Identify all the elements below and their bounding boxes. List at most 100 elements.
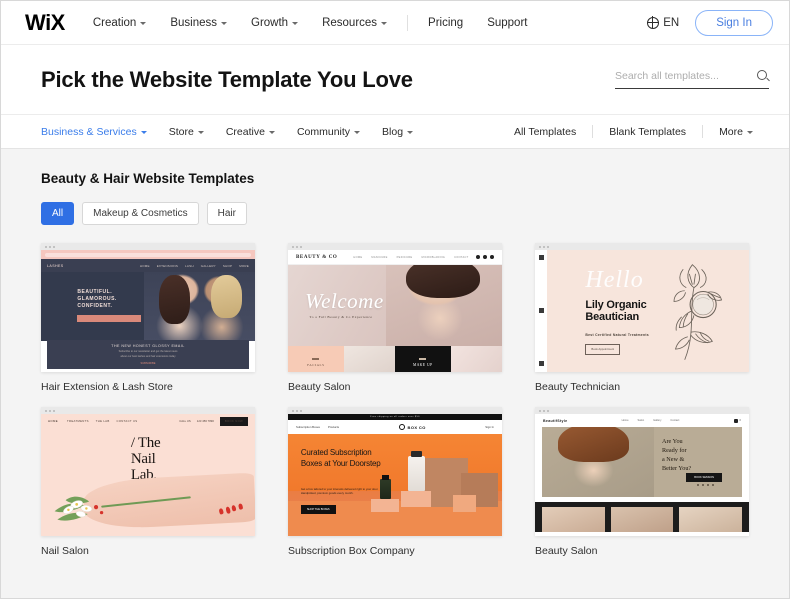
all-templates-link[interactable]: All Templates bbox=[514, 126, 576, 138]
blank-templates-link[interactable]: Blank Templates bbox=[609, 126, 686, 138]
nav-item-support[interactable]: Support bbox=[487, 17, 527, 29]
pedestal-cylinder bbox=[452, 495, 477, 512]
template-name: Beauty Salon bbox=[535, 545, 598, 557]
nav-item-resources[interactable]: Resources bbox=[322, 17, 388, 29]
filter-pill-all[interactable]: All bbox=[41, 202, 75, 225]
template-card[interactable]: Free shipping on all orders over $50 Sub… bbox=[288, 407, 502, 557]
template-thumbnail[interactable]: Hello Lily Organic Beautician Best Certi… bbox=[535, 243, 749, 372]
main-nav-items: Creation Business Growth Resources bbox=[92, 16, 388, 29]
thumbnail-nav-right: CALL US 123 456 7890 BOOK NOW bbox=[179, 416, 248, 426]
chevron-down-icon bbox=[140, 130, 147, 134]
category-store[interactable]: Store bbox=[169, 126, 204, 138]
menu-icon bbox=[538, 255, 544, 260]
tile-label: FACIALS bbox=[307, 362, 325, 367]
nail bbox=[237, 503, 243, 510]
template-card[interactable]: HOME TREATMENTS THE LAB CONTACT US CALL … bbox=[41, 407, 255, 557]
menu-item: TREATMENTS bbox=[67, 419, 89, 423]
template-thumbnail[interactable]: BeautifStyle Home Salon Gallery Contact … bbox=[535, 407, 749, 536]
menu-item: EXTENSIONS bbox=[156, 263, 179, 268]
template-card[interactable]: BeautifStyle Home Salon Gallery Contact … bbox=[535, 407, 749, 557]
category-business-and-services[interactable]: Business & Services bbox=[41, 126, 147, 138]
carousel-dots bbox=[697, 484, 714, 487]
category-creative[interactable]: Creative bbox=[226, 126, 275, 138]
hero-headline-1: BEAUTIFUL. bbox=[77, 288, 113, 295]
address-field bbox=[45, 252, 251, 257]
nav-item-business[interactable]: Business bbox=[170, 17, 227, 29]
tile-label: MAKE UP bbox=[413, 362, 433, 367]
instagram-icon bbox=[483, 255, 487, 259]
secondary-nav-items: Pricing Support bbox=[428, 17, 527, 29]
thumbnail-hero: BEAUTIFUL. GLAMOROUS. CONFIDENT. bbox=[41, 272, 255, 341]
template-thumbnail[interactable]: BEAUTY & CO HOME MANICURE PEDICURE MICRO… bbox=[288, 243, 502, 372]
category-business-and-services-label: Business & Services bbox=[41, 125, 137, 138]
book-now-button: BOOK NOW bbox=[219, 416, 248, 426]
chevron-down-icon bbox=[747, 130, 753, 134]
facebook-icon bbox=[538, 308, 544, 313]
window-dot bbox=[300, 409, 302, 412]
flower-illustration bbox=[50, 485, 123, 526]
panel-title: THE NEW HONEST GLOSSY EMAIL bbox=[111, 344, 185, 348]
carousel-dot bbox=[702, 484, 704, 487]
category-community[interactable]: Community bbox=[297, 126, 361, 138]
window-dot bbox=[300, 245, 302, 248]
chevron-down-icon bbox=[407, 130, 414, 134]
pedestal-short bbox=[371, 499, 400, 512]
filter-pill-makeup-and-cosmetics[interactable]: Makeup & Cosmetics bbox=[82, 202, 199, 225]
search-icon[interactable] bbox=[757, 70, 769, 82]
more-dropdown[interactable]: More bbox=[719, 126, 753, 138]
thumbnail-menu: HOME EXTENSIONS LASH GALLERY SHOP MORE bbox=[140, 264, 249, 268]
menu-item: MANICURE bbox=[371, 255, 388, 259]
hero-headline-3: a New & bbox=[662, 456, 685, 464]
hero-headline-4: Better You? bbox=[662, 465, 692, 473]
thumbnail-brand: LASHES bbox=[47, 263, 64, 268]
model-photo bbox=[386, 265, 502, 346]
wix-logo[interactable]: WiX bbox=[25, 11, 65, 34]
language-selector[interactable]: EN bbox=[647, 16, 679, 29]
menu-item: CONTACT bbox=[454, 255, 469, 259]
menu-item: Gallery bbox=[653, 419, 662, 422]
hero-subtext: Best Certified Natural Treatments bbox=[585, 332, 649, 337]
window-dot bbox=[539, 245, 541, 248]
category-blog[interactable]: Blog bbox=[382, 125, 414, 138]
hero-headline-1: / The bbox=[130, 434, 161, 451]
thumbnail-hero: Are You Ready for a New & Better You? BO… bbox=[542, 427, 742, 497]
nav-item-creation[interactable]: Creation bbox=[92, 16, 147, 29]
window-dot bbox=[49, 409, 51, 412]
template-card[interactable]: Hello Lily Organic Beautician Best Certi… bbox=[535, 243, 749, 393]
template-thumbnail[interactable]: Free shipping on all orders over $50 Sub… bbox=[288, 407, 502, 536]
window-dot bbox=[547, 245, 549, 248]
menu-item: SHOP bbox=[222, 263, 233, 268]
newsletter-panel: THE NEW HONEST GLOSSY EMAIL Subscribe to… bbox=[47, 340, 249, 369]
browser-screenshot: WiX Creation Business Growth Resources P… bbox=[0, 0, 790, 599]
search-box[interactable] bbox=[615, 70, 769, 89]
window-dot bbox=[547, 409, 549, 412]
serum-dropper bbox=[382, 474, 389, 480]
promo-banner-text: Free shipping on all orders over $50 bbox=[370, 416, 420, 418]
window-dot bbox=[539, 409, 541, 412]
window-dot bbox=[543, 245, 545, 248]
template-thumbnail[interactable]: HOME TREATMENTS THE LAB CONTACT US CALL … bbox=[41, 407, 255, 536]
thumbnail-hero: Welcome To a Full Beauty & Co Experience bbox=[288, 265, 502, 346]
thumbnail-menu: HOME MANICURE PEDICURE MICROBLADING CONT… bbox=[353, 256, 468, 259]
category-blog-label: Blog bbox=[382, 125, 404, 138]
thumbnail-brand: HOME bbox=[48, 419, 58, 423]
nav-item-creation-label: Creation bbox=[92, 16, 137, 29]
filter-pill-hair[interactable]: Hair bbox=[206, 202, 247, 225]
thumbnail-address-bar bbox=[41, 250, 255, 259]
menu-item: PEDICURE bbox=[396, 255, 413, 259]
nav-item-growth[interactable]: Growth bbox=[251, 17, 299, 29]
template-card[interactable]: BEAUTY & CO HOME MANICURE PEDICURE MICRO… bbox=[288, 243, 502, 393]
more-dropdown-label: More bbox=[719, 125, 743, 138]
menu-item: Subscription Boxes bbox=[296, 425, 320, 429]
template-card[interactable]: LASHES HOME EXTENSIONS LASH GALLERY SHOP… bbox=[41, 243, 255, 393]
chevron-down-icon bbox=[381, 21, 388, 25]
sign-in-button[interactable]: Sign In bbox=[695, 9, 773, 36]
search-input[interactable] bbox=[615, 70, 757, 82]
serum-bottle bbox=[380, 478, 391, 500]
chevron-down-icon bbox=[197, 130, 204, 134]
nav-item-pricing[interactable]: Pricing bbox=[428, 17, 463, 29]
category-actions: All Templates Blank Templates More bbox=[498, 125, 769, 138]
template-thumbnail[interactable]: LASHES HOME EXTENSIONS LASH GALLERY SHOP… bbox=[41, 243, 255, 372]
cart-icon bbox=[733, 418, 738, 423]
hero-headline-3: CONFIDENT. bbox=[77, 303, 113, 310]
